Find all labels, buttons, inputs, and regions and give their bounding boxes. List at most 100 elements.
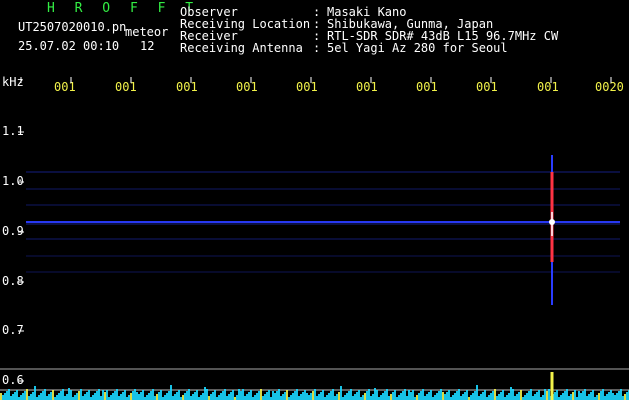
power-bar (458, 389, 460, 400)
power-bar (204, 387, 206, 400)
power-bar (104, 392, 106, 400)
power-bar (88, 390, 90, 400)
power-bar (582, 391, 584, 400)
power-bar (146, 395, 148, 400)
power-bar (394, 390, 396, 400)
power-bar (460, 396, 462, 400)
power-bar (12, 394, 14, 400)
power-bar (596, 395, 598, 400)
power-bar (506, 395, 508, 400)
power-bar (368, 389, 370, 400)
power-bar (16, 390, 18, 400)
power-bar (190, 396, 192, 400)
power-bar (624, 394, 626, 400)
power-bar (610, 390, 612, 400)
power-bar (296, 389, 298, 400)
power-bar (570, 394, 572, 400)
power-bar (312, 391, 314, 400)
power-bar (556, 390, 558, 400)
power-bar (232, 390, 234, 400)
power-bar (240, 391, 242, 400)
power-bar (528, 391, 530, 400)
power-bar (592, 390, 594, 400)
power-bar (40, 393, 42, 400)
power-bar (58, 393, 60, 400)
power-bar (102, 390, 104, 400)
power-bar (318, 394, 320, 400)
power-bar (224, 389, 226, 400)
power-bar (454, 393, 456, 400)
power-bar (290, 395, 292, 400)
power-bar (248, 392, 250, 400)
power-bar (276, 391, 278, 400)
power-bar (310, 393, 312, 400)
power-bar (112, 393, 114, 400)
power-bar (430, 390, 432, 400)
power-bar (136, 392, 138, 400)
power-bar (86, 392, 88, 400)
power-bar (374, 388, 376, 400)
power-bar (480, 394, 482, 400)
power-bar (82, 396, 84, 400)
power-bar (230, 392, 232, 400)
power-bar (408, 390, 410, 400)
power-bar (254, 395, 256, 400)
power-bar (308, 395, 310, 400)
power-bar (422, 389, 424, 400)
power-bar (44, 389, 46, 400)
power-bar (434, 395, 436, 400)
power-bar (564, 391, 566, 400)
power-bar (212, 392, 214, 400)
power-bar (344, 395, 346, 400)
power-bar (14, 392, 16, 400)
power-bar (470, 395, 472, 400)
power-bar (598, 393, 600, 400)
power-bar (362, 395, 364, 400)
power-bar (142, 390, 144, 400)
power-bar (92, 395, 94, 400)
power-bar (4, 393, 6, 400)
power-bar (602, 389, 604, 400)
power-bar (488, 395, 490, 400)
power-bar (546, 391, 548, 400)
power-bar (148, 393, 150, 400)
power-bar (376, 390, 378, 400)
power-bar (186, 391, 188, 400)
power-bar (76, 393, 78, 400)
power-bar (156, 394, 158, 400)
power-bar (70, 390, 72, 400)
power-bar (332, 389, 334, 400)
power-bar (62, 389, 64, 400)
power-bar (46, 396, 48, 400)
power-bar (132, 391, 134, 400)
power-bar (574, 390, 576, 400)
power-bar (354, 394, 356, 400)
power-bar (30, 394, 32, 400)
power-bar (38, 395, 40, 400)
power-bar (398, 395, 400, 400)
power-bar (2, 395, 4, 400)
power-bar (364, 393, 366, 400)
power-bar (542, 395, 544, 400)
power-bar (320, 392, 322, 400)
power-bar (242, 389, 244, 400)
power-bar (134, 389, 136, 400)
power-bar (410, 392, 412, 400)
power-bar (562, 393, 564, 400)
power-bar (48, 394, 50, 400)
power-bar (352, 396, 354, 400)
power-bar (284, 392, 286, 400)
power-bar (614, 395, 616, 400)
power-bar (518, 392, 520, 400)
power-bar (66, 394, 68, 400)
power-bar (292, 393, 294, 400)
power-bar (484, 390, 486, 400)
power-bar (626, 392, 628, 400)
power-bar (560, 395, 562, 400)
x-tick-marks (20, 77, 612, 83)
power-bar (314, 389, 316, 400)
power-bar (350, 389, 352, 400)
power-bar (266, 392, 268, 400)
power-bar (418, 393, 420, 400)
power-bar (42, 391, 44, 400)
